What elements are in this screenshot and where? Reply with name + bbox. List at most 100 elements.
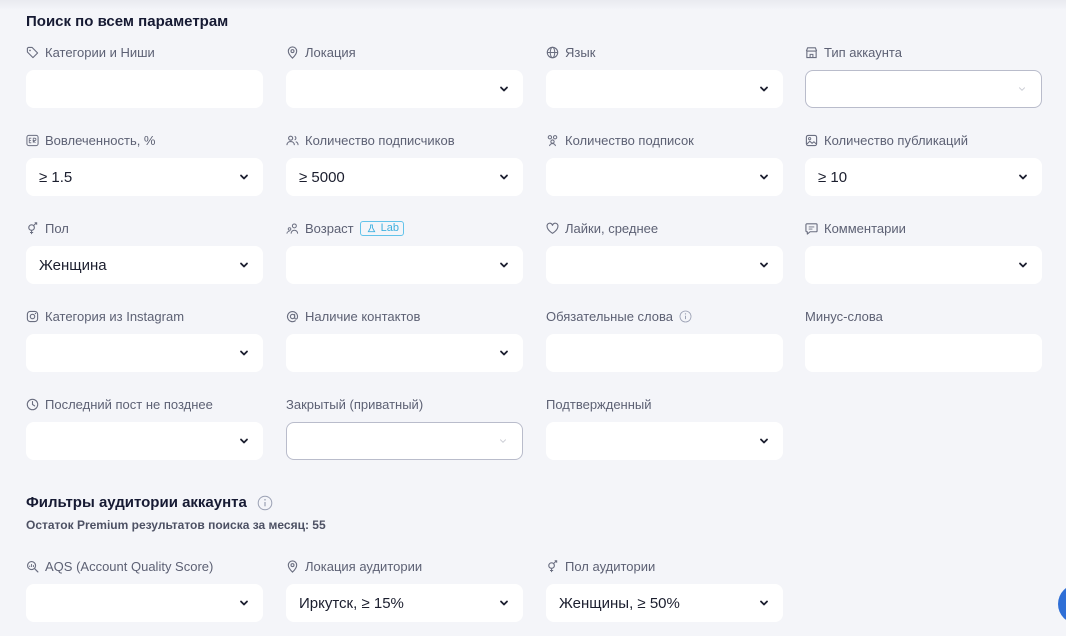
minus-words-input[interactable] [805, 334, 1042, 372]
lab-badge: Lab [359, 220, 404, 236]
account-type-select[interactable] [805, 70, 1042, 108]
chevron-down-icon [759, 598, 769, 608]
chevron-down-icon [1018, 172, 1028, 182]
field-age: Возраст Lab [286, 218, 523, 284]
ig-category-select[interactable] [26, 334, 263, 372]
field-minus-words: Минус-слова [805, 306, 1042, 372]
location-pin-icon [287, 559, 298, 573]
audience-gender-select[interactable]: Женщины, ≥ 50% [546, 584, 783, 622]
chevron-down-icon [239, 436, 249, 446]
chat-widget-button[interactable] [1058, 584, 1066, 624]
field-value: ≥ 1.5 [39, 168, 73, 186]
gender-icon [548, 559, 558, 572]
followers-select[interactable]: ≥ 5000 [286, 158, 523, 196]
chevron-down-icon [1018, 260, 1028, 270]
field-private: Закрытый (приватный) [286, 394, 523, 460]
required-words-input[interactable] [546, 334, 783, 372]
location-select[interactable] [286, 70, 523, 108]
globe-icon [546, 46, 559, 58]
field-verified: Подтвержденный [546, 394, 783, 460]
chevron-down-icon [759, 84, 769, 94]
badge-label: Lab [380, 221, 399, 234]
er-icon [26, 134, 39, 146]
clock-icon [26, 398, 39, 410]
chevron-down-icon [239, 172, 249, 182]
field-label: Подтвержденный [546, 396, 652, 412]
chevron-down-icon [499, 172, 509, 182]
chevron-down-icon [499, 260, 509, 270]
field-label: Минус-слова [805, 308, 883, 324]
field-last-post: Последний пост не позднее [26, 394, 263, 460]
section-title: Поиск по всем параметрам [26, 13, 229, 30]
field-posts: Количество публикаций ≥ 10 [805, 130, 1042, 196]
field-label: Локация аудитории [305, 558, 423, 574]
age-select[interactable] [286, 246, 523, 284]
field-audience-location: Локация аудитории Иркутск, ≥ 15% [286, 556, 523, 622]
field-label: Количество подписчиков [305, 132, 455, 148]
private-select[interactable] [286, 422, 523, 460]
verified-select[interactable] [546, 422, 783, 460]
likes-select[interactable] [546, 246, 783, 284]
heart-icon [546, 222, 559, 234]
field-categories: Категории и Ниши [26, 42, 263, 108]
field-label: Последний пост не позднее [45, 396, 213, 412]
gender-select[interactable]: Женщина [26, 246, 263, 284]
audience-title-text: Фильтры аудитории аккаунта [26, 494, 247, 511]
field-gender: Пол Женщина [26, 218, 263, 284]
chevron-down-icon [1017, 84, 1027, 94]
field-label: Лайки, среднее [565, 220, 659, 236]
chevron-down-icon [498, 436, 508, 446]
field-label: Количество публикаций [824, 132, 968, 148]
field-engagement: Вовлеченность, % ≥ 1.5 [26, 130, 263, 196]
chevron-down-icon [499, 84, 509, 94]
comment-icon [805, 222, 818, 235]
audience-location-select[interactable]: Иркутск, ≥ 15% [286, 584, 523, 622]
field-value: Иркутск, ≥ 15% [299, 594, 404, 612]
comments-select[interactable] [805, 246, 1042, 284]
field-account-type: Тип аккаунта [805, 42, 1042, 108]
field-following: Количество подписок [546, 130, 783, 196]
following-select[interactable] [546, 158, 783, 196]
field-label: Обязательные слова [546, 308, 673, 324]
field-label: Язык [565, 44, 596, 60]
info-icon[interactable] [257, 495, 273, 511]
field-location: Локация [286, 42, 523, 108]
aqs-select[interactable] [26, 584, 263, 622]
field-audience-gender: Пол аудитории Женщины, ≥ 50% [546, 556, 783, 622]
field-label: Пол [45, 220, 69, 236]
engagement-select[interactable]: ≥ 1.5 [26, 158, 263, 196]
field-contacts: Наличие контактов [286, 306, 523, 372]
gender-icon [28, 221, 38, 234]
instagram-icon [26, 310, 39, 322]
users-icon [286, 135, 299, 145]
audience-title: Фильтры аудитории аккаунта [26, 494, 273, 511]
contacts-select[interactable] [286, 334, 523, 372]
field-label: Категория из Instagram [45, 308, 185, 324]
field-value: ≥ 10 [818, 168, 848, 186]
field-label: Категории и Ниши [45, 44, 155, 60]
field-label: Закрытый (приватный) [286, 396, 424, 412]
posts-select[interactable]: ≥ 10 [805, 158, 1042, 196]
chevron-down-icon [499, 598, 509, 608]
info-icon[interactable] [679, 310, 692, 323]
categories-input[interactable] [26, 70, 263, 108]
field-label: Комментарии [824, 220, 906, 236]
chevron-down-icon [759, 436, 769, 446]
chevron-down-icon [239, 260, 249, 270]
field-value: ≥ 5000 [299, 168, 345, 186]
people-icon [286, 222, 299, 234]
chevron-down-icon [759, 172, 769, 182]
field-ig-category: Категория из Instagram [26, 306, 263, 372]
last-post-select[interactable] [26, 422, 263, 460]
chevron-down-icon [239, 598, 249, 608]
premium-remaining: Остаток Premium результатов поиска за ме… [26, 518, 326, 532]
at-sign-icon [286, 310, 299, 322]
field-value: Женщины, ≥ 50% [559, 594, 680, 612]
field-value: Женщина [39, 256, 107, 274]
field-label: Возраст [305, 220, 354, 236]
field-label: AQS (Account Quality Score) [45, 558, 214, 574]
field-label: Вовлеченность, % [45, 132, 156, 148]
field-label: Тип аккаунта [824, 44, 902, 60]
language-select[interactable] [546, 70, 783, 108]
flask-icon [367, 223, 376, 232]
